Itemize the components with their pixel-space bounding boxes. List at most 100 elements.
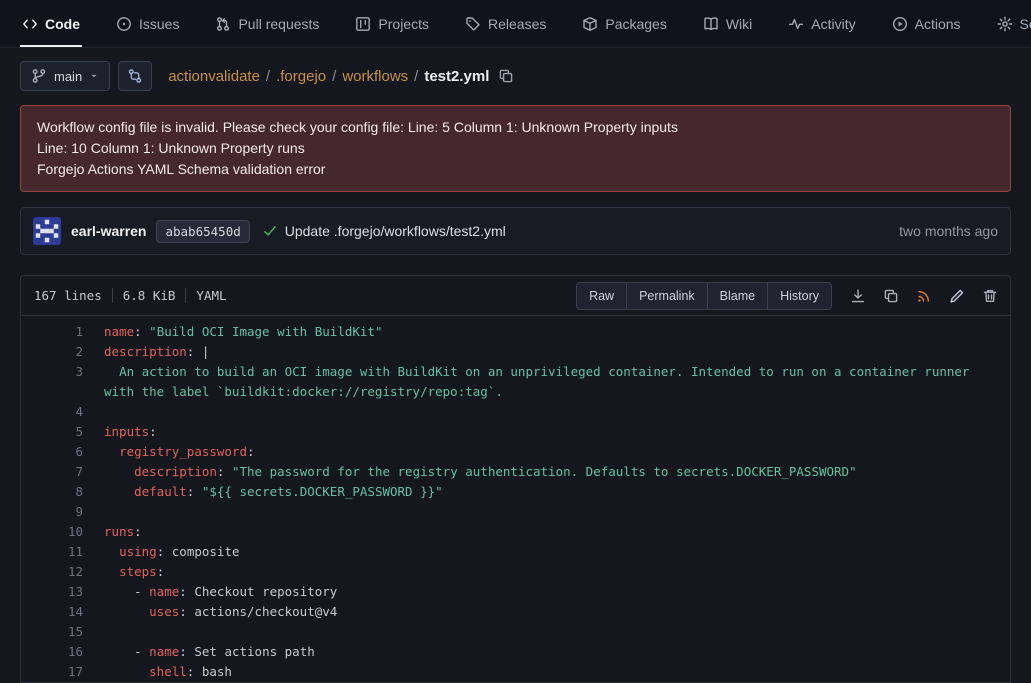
- rss-icon: [916, 288, 932, 304]
- line-content: steps:: [83, 562, 1010, 582]
- raw-button[interactable]: Raw: [576, 282, 627, 310]
- code-lines: 1name: "Build OCI Image with BuildKit"2 d…: [21, 316, 1010, 682]
- breadcrumb: actionvalidate / .forgejo / workflows / test2.…: [168, 68, 489, 85]
- pencil-icon: [949, 288, 965, 304]
- branch-name: main: [54, 69, 82, 84]
- line-number[interactable]: 10: [21, 522, 83, 542]
- line-number[interactable]: 4: [21, 402, 83, 422]
- nav-tabs: Code Issues Pull requests Projects Releases P…: [20, 0, 995, 47]
- breadcrumb-separator: /: [266, 68, 270, 85]
- code-line: 5inputs:: [21, 422, 1010, 442]
- breadcrumb-actionvalidate[interactable]: actionvalidate: [168, 68, 260, 85]
- line-number[interactable]: 8: [21, 482, 83, 502]
- copy-file-button[interactable]: [883, 288, 899, 304]
- tab-settings[interactable]: Settings: [995, 0, 1031, 47]
- line-number[interactable]: 3: [21, 362, 83, 402]
- line-number[interactable]: 11: [21, 542, 83, 562]
- file-line-count: 167 lines: [34, 288, 102, 303]
- compare-button[interactable]: [118, 61, 152, 91]
- error-banner: Workflow config file is invalid. Please …: [20, 105, 1011, 192]
- line-content: registry_password:: [83, 442, 1010, 462]
- divider: [185, 288, 186, 303]
- line-number[interactable]: 1: [21, 322, 83, 342]
- chevron-down-icon: [89, 71, 99, 81]
- breadcrumb--forgejo[interactable]: .forgejo: [276, 68, 326, 85]
- line-number[interactable]: 9: [21, 502, 83, 522]
- tab-actions[interactable]: Actions: [890, 0, 963, 47]
- line-content: uses: actions/checkout@v4: [83, 602, 1010, 622]
- gear-icon: [997, 16, 1013, 32]
- line-number[interactable]: 17: [21, 662, 83, 682]
- commit-age: two months ago: [899, 223, 998, 239]
- view-buttons: RawPermalinkBlameHistory: [576, 282, 832, 310]
- copy-icon: [883, 288, 899, 304]
- commit-author[interactable]: earl-warren: [71, 223, 146, 239]
- permalink-button[interactable]: Permalink: [626, 282, 708, 310]
- rss-button[interactable]: [916, 288, 932, 304]
- code-line: 8 default: "${{ secrets.DOCKER_PASSWORD …: [21, 482, 1010, 502]
- breadcrumb-workflows[interactable]: workflows: [342, 68, 408, 85]
- trash-icon: [982, 288, 998, 304]
- line-content: [83, 502, 1010, 522]
- code-line: 7 description: "The password for the reg…: [21, 462, 1010, 482]
- tab-pull-requests[interactable]: Pull requests: [213, 0, 321, 47]
- projects-icon: [355, 16, 371, 32]
- branch-selector[interactable]: main: [20, 61, 110, 91]
- line-number[interactable]: 6: [21, 442, 83, 462]
- error-line: Forgejo Actions YAML Schema validation e…: [37, 159, 994, 180]
- issue-icon: [116, 16, 132, 32]
- line-number[interactable]: 7: [21, 462, 83, 482]
- package-icon: [582, 16, 598, 32]
- breadcrumb-separator: /: [332, 68, 336, 85]
- commit-message[interactable]: Update .forgejo/workflows/test2.yml: [285, 223, 506, 239]
- code-line: 17 shell: bash: [21, 662, 1010, 682]
- line-number[interactable]: 13: [21, 582, 83, 602]
- line-content: shell: bash: [83, 662, 1010, 682]
- actions-icon: [892, 16, 908, 32]
- line-content: description: "The password for the regis…: [83, 462, 1010, 482]
- tab-wiki[interactable]: Wiki: [701, 0, 754, 47]
- blame-button[interactable]: Blame: [707, 282, 768, 310]
- code-line: 1name: "Build OCI Image with BuildKit": [21, 322, 1010, 342]
- code-line: 13 - name: Checkout repository: [21, 582, 1010, 602]
- commit-bar: earl-warren abab65450d Update .forgejo/w…: [20, 207, 1011, 255]
- line-number[interactable]: 2: [21, 342, 83, 362]
- line-content: using: composite: [83, 542, 1010, 562]
- line-content: An action to build an OCI image with Bui…: [83, 362, 1010, 402]
- line-number[interactable]: 5: [21, 422, 83, 442]
- code-line: 11 using: composite: [21, 542, 1010, 562]
- code-line: 15: [21, 622, 1010, 642]
- commit-sha[interactable]: abab65450d: [156, 220, 249, 243]
- tab-issues[interactable]: Issues: [114, 0, 181, 47]
- tab-activity[interactable]: Activity: [786, 0, 857, 47]
- tab-projects[interactable]: Projects: [353, 0, 431, 47]
- line-number[interactable]: 14: [21, 602, 83, 622]
- avatar[interactable]: [33, 217, 61, 245]
- edit-button[interactable]: [949, 288, 965, 304]
- line-content: [83, 402, 1010, 422]
- breadcrumb-separator: /: [414, 68, 418, 85]
- line-number[interactable]: 15: [21, 622, 83, 642]
- line-content: name: "Build OCI Image with BuildKit": [83, 322, 1010, 342]
- line-number[interactable]: 12: [21, 562, 83, 582]
- code-line: 3 An action to build an OCI image with B…: [21, 362, 1010, 402]
- file-view: 167 lines 6.8 KiB YAML RawPermalinkBlame…: [20, 275, 1011, 683]
- file-size: 6.8 KiB: [123, 288, 176, 303]
- delete-button[interactable]: [982, 288, 998, 304]
- repo-bar: main actionvalidate / .forgejo / workflows / t…: [0, 48, 1031, 91]
- file-actions: [850, 288, 998, 304]
- tab-packages[interactable]: Packages: [580, 0, 668, 47]
- breadcrumb-test2-yml: test2.yml: [424, 68, 489, 85]
- line-number[interactable]: 16: [21, 642, 83, 662]
- line-content: - name: Set actions path: [83, 642, 1010, 662]
- copy-path-button[interactable]: [498, 68, 514, 84]
- code-line: 14 uses: actions/checkout@v4: [21, 602, 1010, 622]
- code-line: 4: [21, 402, 1010, 422]
- download-button[interactable]: [850, 288, 866, 304]
- line-content: [83, 622, 1010, 642]
- tab-code[interactable]: Code: [20, 0, 82, 47]
- tab-releases[interactable]: Releases: [463, 0, 548, 47]
- line-content: runs:: [83, 522, 1010, 542]
- code-icon: [22, 16, 38, 32]
- history-button[interactable]: History: [767, 282, 832, 310]
